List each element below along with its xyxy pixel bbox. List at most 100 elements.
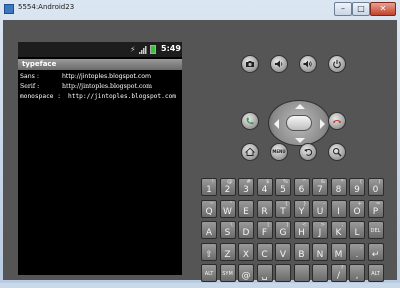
key-label: ALT bbox=[371, 271, 380, 277]
key-blank[interactable] bbox=[312, 264, 328, 282]
key-g[interactable]: G] bbox=[275, 221, 291, 239]
key-label: 8 bbox=[335, 185, 342, 195]
key-4[interactable]: 4 $ bbox=[256, 178, 273, 196]
end-call-button[interactable] bbox=[328, 112, 346, 130]
key-u46[interactable]: ., bbox=[349, 242, 365, 261]
dpad[interactable] bbox=[268, 100, 330, 146]
key-r[interactable]: R bbox=[256, 199, 273, 218]
key-label: N bbox=[316, 249, 324, 260]
key-u[interactable]: U- bbox=[312, 199, 328, 218]
key-secondary-label: # bbox=[246, 179, 251, 185]
key-d[interactable]: D bbox=[238, 221, 254, 239]
key-secondary-label: ? bbox=[340, 265, 344, 271]
app-titlebar: typeface bbox=[18, 59, 182, 70]
key-alt[interactable]: ALT bbox=[367, 264, 384, 282]
usb-icon: ⚡ bbox=[130, 45, 136, 54]
camera-icon bbox=[246, 61, 254, 67]
power-button[interactable] bbox=[328, 55, 346, 73]
key-u47[interactable]: /? bbox=[330, 264, 347, 282]
search-button[interactable] bbox=[328, 143, 346, 161]
key-label: 7 bbox=[317, 185, 323, 195]
minimize-button[interactable]: – bbox=[334, 2, 352, 16]
signal-icon bbox=[139, 46, 147, 54]
key-label: . bbox=[355, 249, 359, 260]
key-o[interactable]: O + bbox=[349, 199, 365, 218]
dpad-down-arrow-icon[interactable] bbox=[295, 138, 305, 143]
back-arrow-icon bbox=[304, 148, 313, 156]
key-f[interactable]: F[ bbox=[256, 221, 273, 239]
device-screen[interactable]: ⚡ 5:49 typeface Sans : http://jintoples.… bbox=[18, 42, 182, 275]
dpad-right-arrow-icon[interactable] bbox=[320, 119, 325, 129]
key-c[interactable]: C bbox=[256, 242, 273, 261]
camera-button[interactable] bbox=[241, 55, 259, 73]
key-1[interactable]: 1! bbox=[201, 178, 217, 196]
back-button[interactable] bbox=[299, 143, 317, 161]
window-titlebar[interactable]: 5554:Android23 – □ ✕ bbox=[0, 0, 400, 20]
key-5[interactable]: 5% bbox=[275, 178, 291, 196]
key-9[interactable]: 9( bbox=[349, 178, 365, 196]
volume-down-button[interactable] bbox=[270, 55, 288, 73]
key-b[interactable]: B bbox=[293, 242, 310, 261]
key-l[interactable]: L: bbox=[349, 221, 365, 239]
key-7[interactable]: 7 & bbox=[312, 178, 328, 196]
key-u8679[interactable]: ⇧ bbox=[201, 242, 217, 261]
key-s[interactable]: S \ bbox=[219, 221, 236, 239]
key-i[interactable]: I bbox=[330, 199, 347, 218]
call-button[interactable] bbox=[241, 112, 259, 130]
key-j[interactable]: J > bbox=[312, 221, 328, 239]
key-label: 2 bbox=[224, 185, 231, 195]
key-secondary-label: $ bbox=[266, 179, 270, 185]
key-p[interactable]: P = bbox=[367, 199, 384, 218]
key-del[interactable]: DEL bbox=[367, 221, 384, 239]
close-button[interactable]: ✕ bbox=[370, 2, 396, 16]
key-sym[interactable]: SYM bbox=[219, 264, 236, 282]
key-label: ALT bbox=[204, 271, 214, 277]
key-t[interactable]: T{ bbox=[275, 199, 291, 218]
key-label: U bbox=[316, 206, 324, 217]
key-alt[interactable]: ALT bbox=[201, 264, 217, 282]
key-label: T bbox=[280, 206, 286, 217]
dpad-left-arrow-icon[interactable] bbox=[274, 119, 279, 129]
home-button[interactable] bbox=[241, 143, 259, 161]
key-y[interactable]: Y} bbox=[293, 199, 310, 218]
key-n[interactable]: N bbox=[312, 242, 328, 261]
key-label: C bbox=[261, 249, 268, 260]
key-secondary-label: < bbox=[301, 222, 307, 228]
key-v[interactable]: V bbox=[275, 242, 291, 261]
key-6[interactable]: 6 ^ bbox=[293, 178, 310, 196]
menu-button[interactable]: MENU bbox=[270, 143, 288, 161]
key-blank[interactable] bbox=[293, 264, 310, 282]
key-0[interactable]: 0) bbox=[367, 178, 384, 196]
maximize-button[interactable]: □ bbox=[352, 2, 370, 16]
key-w[interactable]: W " bbox=[219, 199, 236, 218]
key-u44[interactable]: , bbox=[349, 264, 365, 282]
key-blank[interactable] bbox=[275, 264, 291, 282]
key-h[interactable]: H < bbox=[293, 221, 310, 239]
key-z[interactable]: Z bbox=[219, 242, 236, 261]
key-label: 1 bbox=[206, 185, 212, 195]
key-u64[interactable]: @ bbox=[238, 264, 254, 282]
key-u8629[interactable]: ↵ bbox=[367, 242, 384, 261]
key-8[interactable]: 8 * bbox=[330, 178, 347, 196]
typeface-row-serif: Serif : http://jintoples.blogspot.com bbox=[20, 82, 180, 92]
volume-up-button[interactable] bbox=[299, 55, 317, 73]
dpad-up-arrow-icon[interactable] bbox=[295, 104, 305, 109]
key-label: X bbox=[242, 249, 250, 260]
dpad-center-button[interactable] bbox=[286, 115, 312, 131]
key-x[interactable]: X bbox=[238, 242, 254, 261]
key-m[interactable]: M bbox=[330, 242, 347, 261]
key-3[interactable]: 3 # bbox=[238, 178, 254, 196]
status-bar: ⚡ 5:49 bbox=[18, 42, 182, 57]
key-q[interactable]: Q ~ bbox=[201, 199, 217, 218]
phone-green-icon bbox=[246, 117, 254, 125]
key-e[interactable]: E bbox=[238, 199, 254, 218]
key-secondary-label: } bbox=[303, 200, 307, 207]
key-secondary-label: [ bbox=[267, 222, 270, 228]
key-secondary-label: ^ bbox=[301, 179, 307, 185]
key-2[interactable]: 2 @ bbox=[219, 178, 236, 196]
key-a[interactable]: A bbox=[201, 221, 217, 239]
key-k[interactable]: K; bbox=[330, 221, 347, 239]
key-label: D bbox=[242, 228, 250, 238]
key-u9251[interactable]: ␣ bbox=[256, 264, 273, 282]
key-secondary-label: - bbox=[323, 200, 325, 207]
